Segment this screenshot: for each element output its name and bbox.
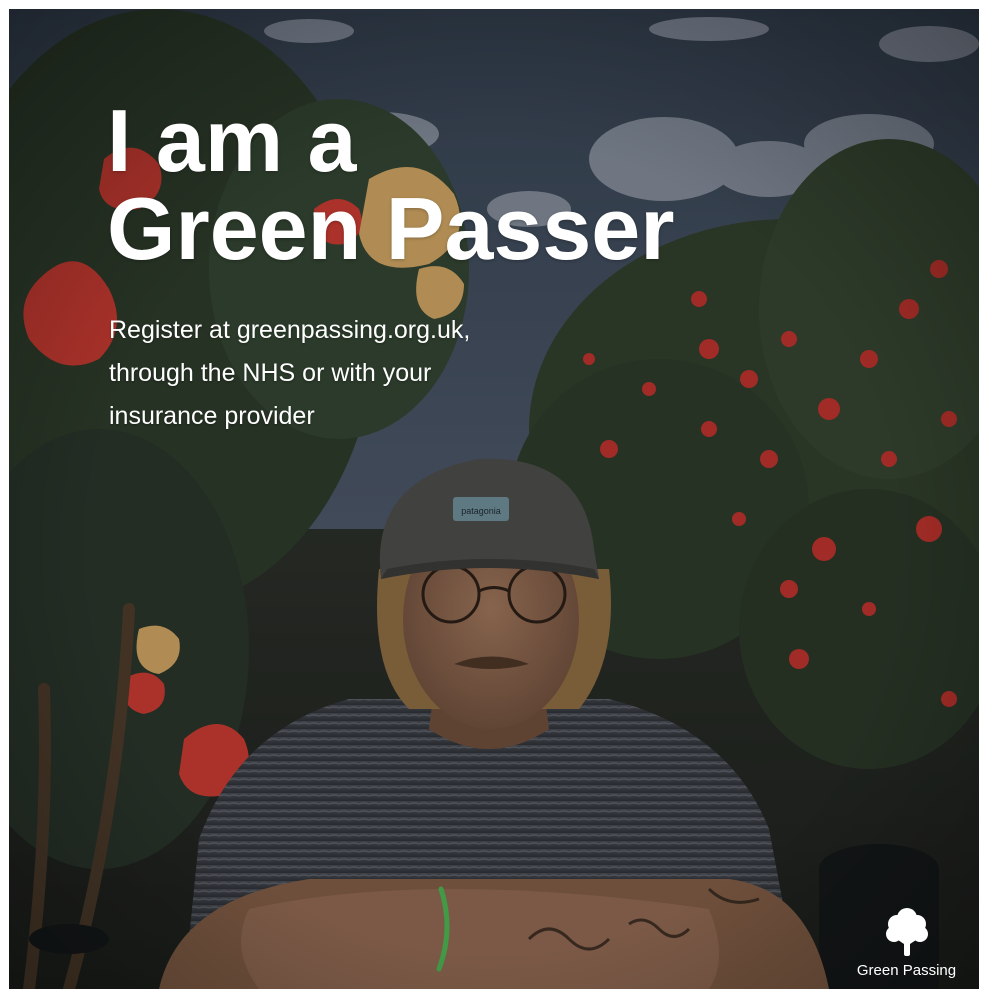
- subtitle-line-3: insurance provider: [109, 402, 315, 430]
- poster: patagonia I am a Green Passer Register a…: [9, 9, 979, 989]
- headline: I am a Green Passer: [107, 97, 675, 273]
- subtitle-line-2: through the NHS or with your: [109, 359, 432, 387]
- headline-line-2: Green Passer: [107, 179, 675, 278]
- tree-icon: [885, 908, 928, 956]
- brand-logo: Green Passing: [844, 904, 969, 979]
- subtitle-line-1: Register at greenpassing.org.uk,: [109, 316, 471, 344]
- registration-text: Register at greenpassing.org.uk, through…: [109, 309, 470, 438]
- headline-line-1: I am a: [107, 91, 357, 190]
- brand-name: Green Passing: [856, 962, 957, 979]
